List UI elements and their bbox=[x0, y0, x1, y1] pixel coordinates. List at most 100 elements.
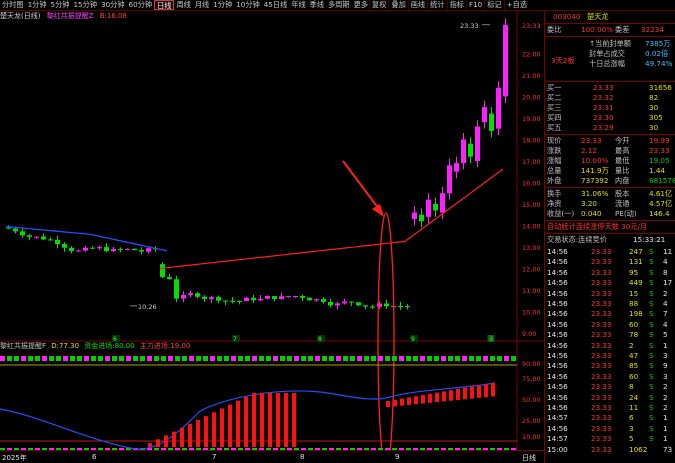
function-button[interactable]: 画线 bbox=[407, 0, 427, 10]
finance-label: PE(动) bbox=[615, 209, 637, 218]
indicator-bar bbox=[407, 397, 411, 405]
date-marker: 9 bbox=[395, 453, 400, 461]
function-button[interactable]: 叠加 bbox=[388, 0, 407, 10]
tick-count: 1 bbox=[663, 340, 668, 350]
signal-dot bbox=[126, 356, 131, 361]
finance-value: 31.06% bbox=[581, 189, 609, 198]
period-tab[interactable]: 月线 bbox=[193, 0, 211, 10]
signal-dot bbox=[476, 356, 481, 361]
candle-body bbox=[83, 247, 88, 251]
bid-row: 买三 23.31 30 bbox=[545, 103, 675, 113]
tick-price: 23.33 bbox=[591, 444, 612, 454]
candle-body bbox=[384, 303, 389, 307]
tick-volume: 247 bbox=[629, 247, 643, 256]
bid-volume: 30 bbox=[649, 103, 659, 112]
fund-entry-label: 资金进场: bbox=[84, 342, 115, 350]
finance-row: 换手 31.06% 股本 4.61亿 bbox=[545, 189, 675, 199]
tick-volume: 131 bbox=[629, 257, 643, 267]
candle-body bbox=[244, 297, 249, 301]
tick-row: 14:56 23.33 2 S 1 bbox=[545, 341, 675, 351]
function-button[interactable]: F10 bbox=[465, 0, 484, 10]
seal-info-value: 7385万 bbox=[645, 39, 671, 48]
function-button[interactable]: 统计 bbox=[427, 0, 446, 10]
indicator-bar bbox=[180, 427, 184, 447]
period-tab[interactable]: 1分钟 bbox=[26, 0, 49, 10]
kline-chart[interactable]: 23.33 22.00 21.00 20.00 19.00 18.00 17.00 16.00… bbox=[0, 11, 544, 450]
tick-price: 23.33 bbox=[591, 392, 612, 402]
quote-value: 681578 bbox=[649, 176, 675, 185]
tick-direction: S bbox=[649, 288, 654, 298]
period-tab[interactable]: 10分钟 bbox=[234, 0, 262, 10]
signal-dot bbox=[322, 356, 327, 361]
tick-direction: S bbox=[649, 330, 654, 340]
signal-dot bbox=[154, 356, 159, 361]
price-tick-label: 10.00 bbox=[522, 308, 541, 316]
candle-body bbox=[440, 193, 445, 213]
tick-row: 14:56 23.33 24 S 2 bbox=[545, 393, 675, 403]
tick-volume: 95 bbox=[629, 267, 639, 277]
signal-dot bbox=[7, 356, 12, 361]
tick-count: 17 bbox=[663, 278, 673, 288]
period-tab[interactable]: 30分钟 bbox=[99, 0, 127, 10]
tick-price: 23.33 bbox=[591, 309, 612, 319]
signal-dot bbox=[294, 356, 299, 361]
signal-dot bbox=[231, 356, 236, 361]
signal-dot bbox=[448, 356, 453, 361]
tick-time: 14:56 bbox=[547, 361, 568, 371]
period-tab[interactable]: 分时图 bbox=[0, 0, 26, 10]
tick-direction: S bbox=[649, 371, 654, 381]
period-tab[interactable]: 1分钟 bbox=[211, 0, 234, 10]
tick-time: 14:57 bbox=[547, 434, 568, 444]
quote-value: 23.33 bbox=[581, 136, 602, 145]
tick-time: 14:56 bbox=[547, 371, 568, 381]
signal-dot bbox=[84, 356, 89, 361]
signal-dot bbox=[357, 356, 362, 361]
bid-price: 23.31 bbox=[593, 103, 614, 112]
tick-volume: 60 bbox=[629, 319, 639, 329]
tick-price: 23.33 bbox=[591, 247, 612, 256]
period-tab[interactable]: 15分钟 bbox=[71, 0, 99, 10]
weicha-label: 委差 bbox=[615, 25, 630, 34]
period-tab[interactable]: 年线 bbox=[289, 0, 307, 10]
price-tick-label: 21.00 bbox=[522, 72, 541, 80]
candle-body bbox=[412, 212, 417, 220]
period-tab[interactable]: 季线 bbox=[308, 0, 326, 10]
tick-row: 14:56 23.33 131 S 4 bbox=[545, 257, 675, 267]
period-tab[interactable]: 60分钟 bbox=[127, 0, 155, 10]
signal-dot bbox=[161, 356, 166, 361]
quote-label: 外盘 bbox=[547, 176, 562, 185]
tick-time: 14:56 bbox=[547, 247, 568, 256]
period-switch[interactable]: 日线 bbox=[522, 453, 536, 463]
function-button[interactable]: 指标 bbox=[446, 0, 466, 10]
function-button[interactable]: 标记 bbox=[484, 0, 503, 10]
weibi-label: 委比 bbox=[547, 25, 562, 34]
tick-time: 14:56 bbox=[547, 299, 568, 308]
tick-price: 23.33 bbox=[591, 361, 612, 371]
indicator-bar bbox=[449, 390, 453, 401]
function-button[interactable]: 复权 bbox=[369, 0, 388, 10]
tick-direction: S bbox=[649, 351, 654, 360]
candle-body bbox=[209, 297, 214, 299]
promo-banner[interactable]: 自动统计连续涨停天数 30元/月 bbox=[547, 222, 647, 232]
period-tab[interactable]: 周线 bbox=[174, 0, 192, 10]
tick-direction: S bbox=[649, 309, 654, 319]
tick-direction: S bbox=[649, 361, 654, 371]
quote-label: 现价 bbox=[547, 136, 562, 145]
tick-volume: 15 bbox=[629, 288, 639, 298]
candle-body bbox=[181, 295, 186, 299]
signal-dot bbox=[378, 356, 383, 361]
period-tab[interactable]: 更多 bbox=[352, 0, 370, 10]
period-tab[interactable]: 多周期 bbox=[326, 0, 352, 10]
finance-value: 146.4 bbox=[649, 209, 670, 218]
period-tab[interactable]: 45日线 bbox=[262, 0, 290, 10]
period-tab[interactable]: 日线 bbox=[154, 0, 175, 10]
signal-dot bbox=[280, 356, 285, 361]
bid-label: 买一 bbox=[547, 83, 562, 92]
indicator-title: 黎红共振提醒F D:77.30 资金进场:80.00 主力进场:19.00 bbox=[0, 341, 190, 351]
period-tab[interactable]: 5分钟 bbox=[49, 0, 72, 10]
function-button[interactable]: +自选 bbox=[503, 0, 529, 10]
signal-dot bbox=[301, 356, 306, 361]
signal-dot bbox=[287, 356, 292, 361]
signal-dot bbox=[350, 356, 355, 361]
candle-body bbox=[230, 300, 235, 302]
